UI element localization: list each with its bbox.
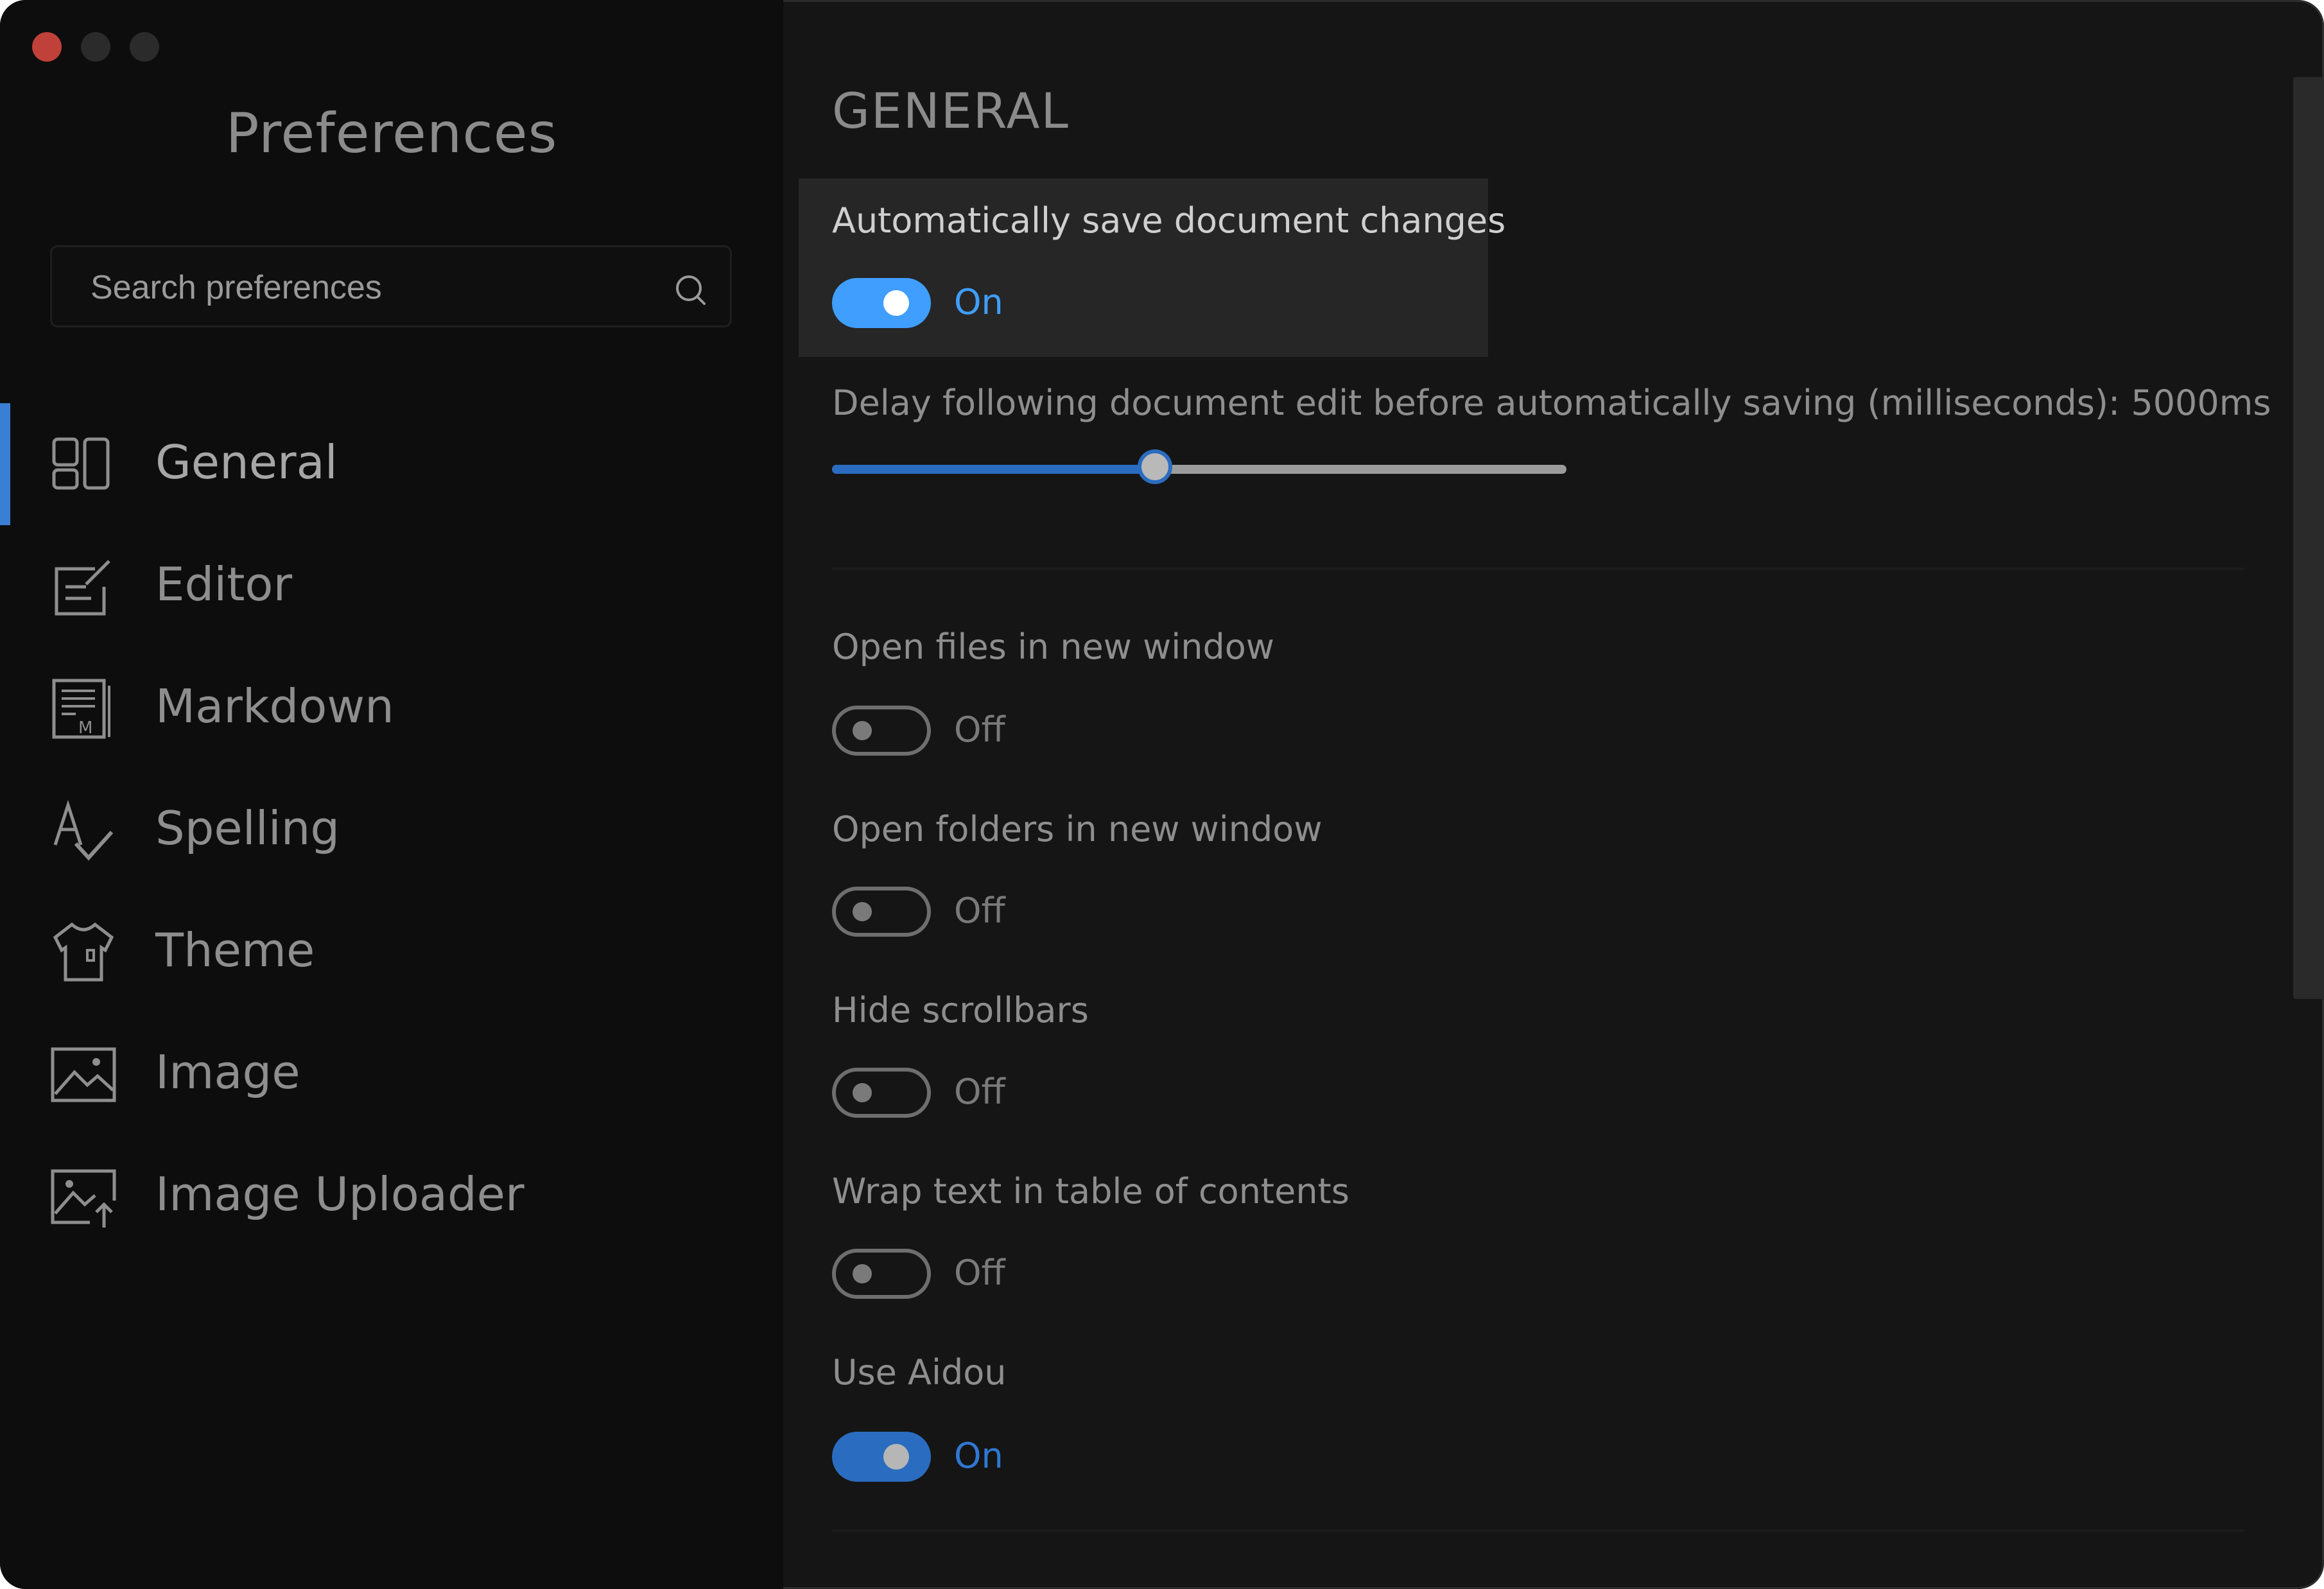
search-input[interactable] bbox=[89, 261, 670, 314]
toggle-knob bbox=[853, 721, 872, 740]
use-aidou-toggle[interactable] bbox=[832, 1432, 931, 1482]
use-aidou-label: Use Aidou bbox=[832, 1352, 1007, 1393]
open-files-new-window-toggle[interactable] bbox=[832, 706, 931, 756]
preferences-window: Preferences General Edit bbox=[0, 0, 2324, 1589]
scrollbar[interactable] bbox=[2293, 77, 2324, 999]
sidebar-item-label: Image bbox=[155, 1045, 300, 1099]
toggle-knob bbox=[883, 1444, 909, 1470]
open-folders-new-window-state: Off bbox=[954, 890, 1005, 931]
open-folders-new-window-toggle[interactable] bbox=[832, 887, 931, 937]
sidebar-item-editor[interactable]: Editor bbox=[0, 525, 783, 647]
hide-scrollbars-state: Off bbox=[954, 1072, 1005, 1112]
sidebar-item-label: Image Uploader bbox=[155, 1167, 525, 1221]
sidebar-item-label: Markdown bbox=[155, 679, 394, 733]
editor-icon bbox=[55, 560, 110, 616]
open-files-new-window-label: Open files in new window bbox=[832, 627, 1274, 667]
sidebar-item-image[interactable]: Image bbox=[0, 1013, 783, 1135]
sidebar: Preferences General Edit bbox=[0, 0, 783, 1589]
image-uploader-icon bbox=[51, 1169, 116, 1228]
search-box bbox=[50, 245, 732, 327]
slider-fill bbox=[832, 465, 1156, 474]
open-files-new-window-state: Off bbox=[954, 709, 1005, 750]
sidebar-item-label: Theme bbox=[155, 923, 315, 977]
open-folders-new-window-label: Open folders in new window bbox=[832, 809, 1322, 849]
autosave-label: Automatically save document changes bbox=[832, 200, 1506, 241]
sidebar-item-label: Editor bbox=[155, 557, 293, 611]
sidebar-item-label: General bbox=[155, 435, 338, 489]
sidebar-item-markdown[interactable]: M Markdown bbox=[0, 647, 783, 769]
maximize-window-button[interactable] bbox=[130, 32, 159, 62]
hide-scrollbars-toggle[interactable] bbox=[832, 1068, 931, 1118]
search-icon[interactable] bbox=[673, 273, 707, 306]
sidebar-item-spelling[interactable]: Spelling bbox=[0, 769, 783, 891]
slider-thumb[interactable] bbox=[1138, 449, 1173, 484]
sidebar-item-image-uploader[interactable]: Image Uploader bbox=[0, 1135, 783, 1257]
image-icon bbox=[51, 1047, 116, 1102]
autosave-toggle[interactable] bbox=[832, 278, 931, 328]
theme-icon bbox=[53, 922, 114, 982]
sidebar-item-general[interactable]: General bbox=[0, 403, 783, 525]
toggle-knob bbox=[853, 1264, 872, 1283]
section-title: GENERAL bbox=[832, 82, 1070, 139]
close-window-button[interactable] bbox=[32, 32, 62, 62]
wrap-toc-text-label: Wrap text in table of contents bbox=[832, 1171, 1349, 1211]
divider bbox=[832, 568, 2244, 570]
sidebar-item-theme[interactable]: Theme bbox=[0, 891, 783, 1013]
minimize-window-button[interactable] bbox=[81, 32, 110, 62]
wrap-toc-text-state: Off bbox=[954, 1253, 1005, 1293]
sidebar-item-label: Spelling bbox=[155, 801, 340, 855]
wrap-toc-text-toggle[interactable] bbox=[832, 1249, 931, 1299]
autosave-state: On bbox=[954, 282, 1003, 322]
autosave-delay-slider[interactable] bbox=[832, 449, 1566, 484]
markdown-icon: M bbox=[52, 679, 110, 739]
settings-panel: GENERAL Automatically save document chan… bbox=[783, 0, 2324, 1589]
general-icon bbox=[52, 437, 110, 490]
svg-text:M: M bbox=[78, 718, 92, 738]
sidebar-title: Preferences bbox=[225, 101, 558, 166]
hide-scrollbars-label: Hide scrollbars bbox=[832, 990, 1089, 1030]
toggle-knob bbox=[883, 290, 909, 316]
toggle-knob bbox=[853, 902, 872, 921]
divider bbox=[832, 1529, 2244, 1532]
use-aidou-state: On bbox=[954, 1436, 1003, 1476]
toggle-knob bbox=[853, 1083, 872, 1102]
spelling-icon bbox=[53, 799, 114, 861]
autosave-delay-label: Delay following document edit before aut… bbox=[832, 383, 2271, 423]
